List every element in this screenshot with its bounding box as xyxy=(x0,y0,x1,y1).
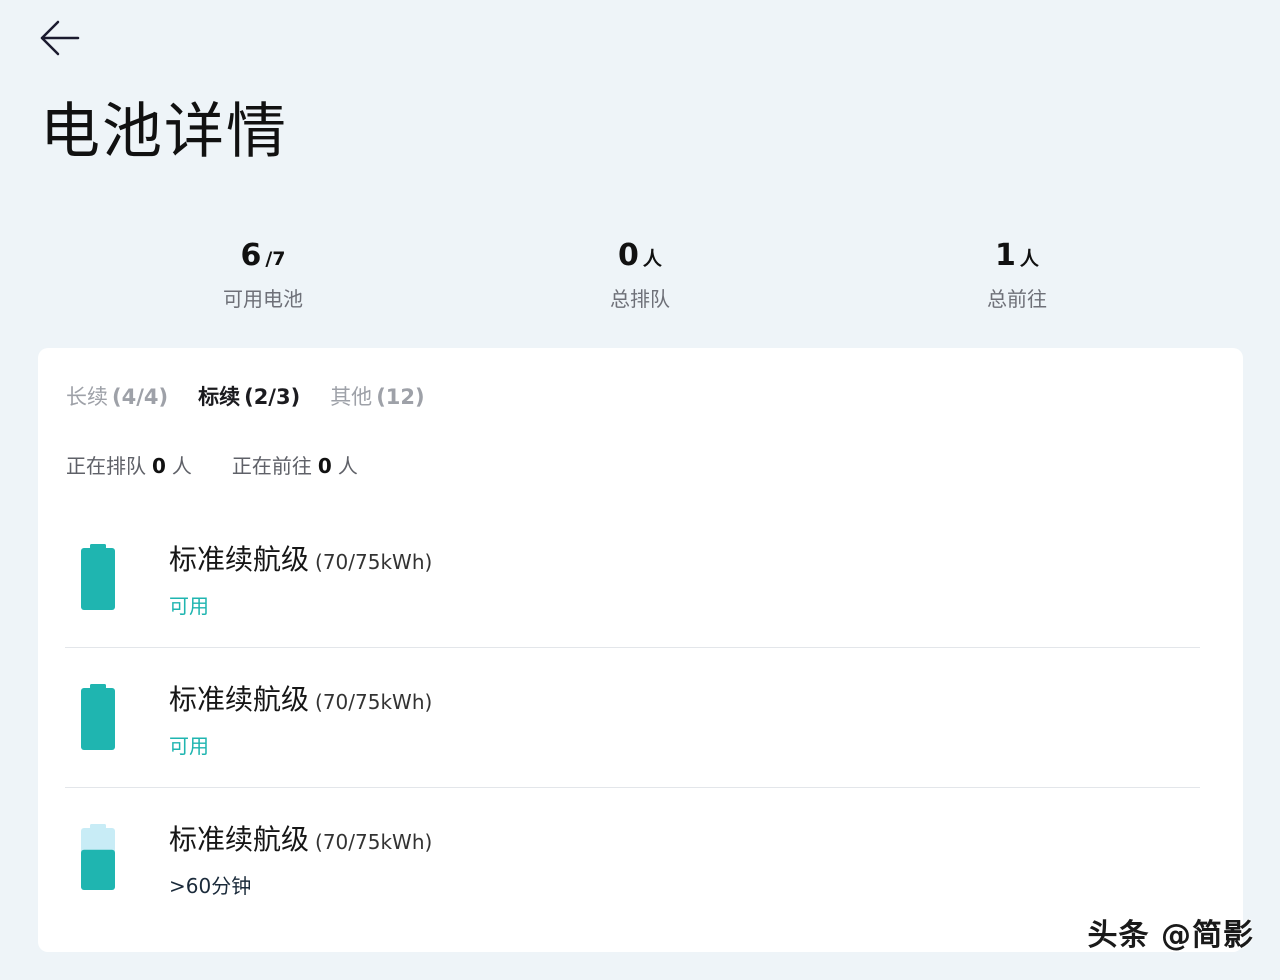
battery-model: 标准续航级 xyxy=(169,543,310,576)
page-title: 电池详情 xyxy=(40,97,288,167)
queuing-count: 0 xyxy=(152,454,166,478)
stat-number: 0 xyxy=(618,238,639,273)
battery-status: >60分钟 xyxy=(169,874,252,898)
battery-charge-fill xyxy=(81,688,115,750)
tab-count: (12) xyxy=(376,385,425,409)
stat-value: 1人 xyxy=(907,236,1127,279)
battery-status: 可用 xyxy=(169,734,209,758)
battery-list-item[interactable]: 标准续航级 (70/75kWh) 可用 xyxy=(65,508,1200,648)
queuing-status: 正在排队 0 人 xyxy=(66,450,192,479)
battery-model: 标准续航级 xyxy=(169,823,310,856)
stat-number: 6 xyxy=(240,238,262,273)
stat-unit: /7 xyxy=(265,248,286,270)
stats-summary: 6/7 可用电池 0人 总排队 1人 总前往 xyxy=(0,236,1280,320)
queue-status: 正在排队 0 人 正在前往 0 人 xyxy=(66,450,398,479)
stat-available-batteries: 6/7 可用电池 xyxy=(153,236,373,312)
battery-card: 长续 (4/4) 标续 (2/3) 其他 (12) 正在排队 0 人 正在前往 0 人 标准续… xyxy=(38,348,1243,952)
watermark: 头条 @简影 xyxy=(1087,918,1254,953)
tab-other[interactable]: 其他 (12) xyxy=(330,381,424,411)
battery-type-tabs: 长续 (4/4) 标续 (2/3) 其他 (12) xyxy=(66,380,455,412)
battery-list-item[interactable]: 标准续航级 (70/75kWh) 可用 xyxy=(65,648,1200,788)
battery-icon xyxy=(81,824,115,890)
heading-count: 0 xyxy=(317,454,332,478)
stat-label: 总排队 xyxy=(610,287,670,311)
back-button[interactable] xyxy=(36,14,84,62)
battery-model: 标准续航级 xyxy=(169,683,310,716)
tab-label: 标续 xyxy=(198,385,241,409)
battery-icon xyxy=(81,684,115,750)
stat-total-queue: 0人 总排队 xyxy=(530,236,750,312)
battery-charge-fill xyxy=(81,548,115,610)
stat-total-heading: 1人 总前往 xyxy=(907,236,1127,312)
battery-icon xyxy=(81,544,115,610)
battery-status: 可用 xyxy=(169,594,209,618)
battery-name: 标准续航级 (70/75kWh) xyxy=(169,818,432,858)
battery-capacity: (70/75kWh) xyxy=(315,550,433,574)
queuing-unit: 人 xyxy=(171,454,192,478)
tab-label: 长续 xyxy=(66,385,108,409)
stat-unit: 人 xyxy=(1019,248,1039,270)
battery-name: 标准续航级 (70/75kWh) xyxy=(169,678,432,718)
heading-label: 正在前往 xyxy=(231,454,312,478)
queuing-label: 正在排队 xyxy=(66,454,146,478)
tab-long-range[interactable]: 长续 (4/4) xyxy=(66,381,168,411)
heading-unit: 人 xyxy=(337,454,358,478)
stat-unit: 人 xyxy=(642,248,662,270)
tab-count: (4/4) xyxy=(112,385,169,409)
stat-label: 可用电池 xyxy=(223,287,303,311)
stat-value: 0人 xyxy=(530,236,750,279)
tab-label: 其他 xyxy=(330,385,373,409)
arrow-left-icon xyxy=(40,20,80,56)
heading-status: 正在前往 0 人 xyxy=(232,450,358,479)
battery-capacity: (70/75kWh) xyxy=(315,690,433,714)
battery-name: 标准续航级 (70/75kWh) xyxy=(169,538,432,578)
battery-list: 标准续航级 (70/75kWh) 可用 标准续航级 (70/75kWh) 可用 标准 xyxy=(65,508,1200,927)
stat-number: 1 xyxy=(995,238,1016,273)
stat-value: 6/7 xyxy=(153,236,373,279)
battery-charge-fill xyxy=(81,849,115,890)
tab-standard-range[interactable]: 标续 (2/3) xyxy=(198,381,300,411)
stat-label: 总前往 xyxy=(987,287,1047,311)
battery-list-item[interactable]: 标准续航级 (70/75kWh) >60分钟 xyxy=(65,788,1200,927)
tab-count: (2/3) xyxy=(244,385,301,409)
battery-capacity: (70/75kWh) xyxy=(315,830,433,854)
